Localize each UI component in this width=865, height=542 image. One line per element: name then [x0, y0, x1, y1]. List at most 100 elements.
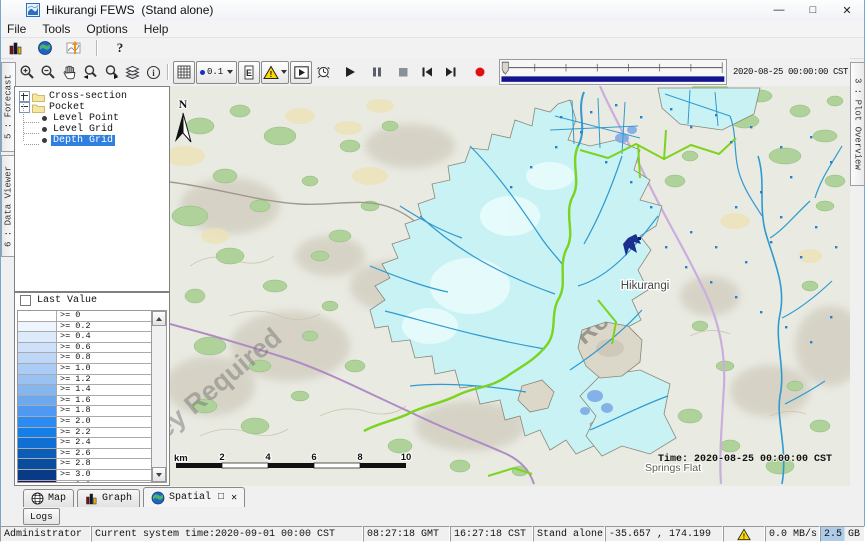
animation-export-button[interactable]	[290, 61, 312, 84]
spatial-close-icon[interactable]: ✕	[231, 492, 237, 504]
status-warning-cell[interactable]: !	[723, 526, 765, 542]
legend-row[interactable]: >= 0	[18, 311, 151, 322]
menu-item-tools[interactable]: Tools	[42, 22, 70, 36]
color-swatch	[18, 470, 57, 480]
expand-icon[interactable]	[19, 91, 30, 102]
map-canvas[interactable]: API Key Required	[170, 86, 850, 486]
tree-connector	[24, 144, 39, 145]
svg-text:4: 4	[265, 452, 271, 463]
maximize-button[interactable]: □	[796, 0, 830, 20]
bottom-tab-map[interactable]: Map	[23, 489, 74, 507]
contour-interval-dropdown[interactable]: 0.1	[196, 61, 237, 84]
legend-scrollbar[interactable]	[151, 310, 167, 483]
warnings-dropdown[interactable]: !	[261, 61, 289, 84]
layers-icon[interactable]	[122, 62, 142, 82]
bottom-tab-graph[interactable]: Graph	[77, 489, 140, 507]
tree-node-pocket[interactable]: Pocket	[15, 102, 169, 113]
play-button[interactable]	[340, 62, 360, 82]
grid-toggle-button[interactable]	[173, 61, 195, 84]
status-mode: Stand alone	[533, 526, 605, 542]
color-swatch	[18, 385, 57, 395]
spatial-display-globe-icon[interactable]	[35, 38, 55, 58]
legend-row[interactable]: >= 3.2	[18, 481, 151, 484]
color-swatch	[18, 396, 57, 406]
timeseries-display-icon[interactable]	[64, 38, 84, 58]
app-window: Hikurangi FEWS (Stand alone) — □ ✕ File …	[0, 0, 865, 542]
pan-hand-icon[interactable]	[59, 62, 79, 82]
timeline-slider[interactable]	[499, 59, 727, 85]
map-viewport[interactable]: API Key Required	[170, 86, 850, 486]
statusbar: Administrator Current system time:2020-0…	[0, 526, 865, 542]
scale-ruler-button[interactable]: E	[238, 61, 260, 84]
pause-button[interactable]	[367, 62, 387, 82]
status-network-rate: 0.0 MB/s	[765, 526, 820, 542]
bullet-icon	[42, 138, 47, 143]
skip-to-start-button[interactable]	[417, 62, 437, 82]
menu-item-file[interactable]: File	[7, 22, 26, 36]
legend-row[interactable]: >= 1.0	[18, 364, 151, 375]
tab-plot-overview[interactable]: 3 : Plot Overview	[850, 62, 865, 186]
globe-wireframe-icon	[31, 492, 44, 505]
scale-unit-label: km	[174, 453, 188, 464]
scroll-down-button[interactable]	[152, 467, 166, 482]
svg-text:6: 6	[311, 452, 316, 463]
explorer-bars-icon[interactable]	[6, 38, 26, 58]
logs-row: Logs	[14, 507, 60, 526]
interval-value: 0.1	[207, 67, 223, 77]
last-value-checkbox[interactable]	[20, 295, 31, 306]
skip-to-end-button[interactable]	[441, 62, 461, 82]
zoom-in-button[interactable]	[17, 62, 37, 82]
left-panel: Cross-section Pocket Level Point Level G…	[14, 86, 170, 486]
bullet-icon	[42, 116, 47, 121]
dot-icon	[200, 70, 205, 75]
map-toolbar: i 0.1 E !	[14, 58, 850, 86]
left-tab-strip: 5 : Forecast 6 : Data Viewer	[1, 62, 15, 257]
menu-item-options[interactable]: Options	[86, 22, 127, 36]
color-swatch	[18, 353, 57, 363]
menu-item-help[interactable]: Help	[144, 22, 169, 36]
stop-button[interactable]	[393, 62, 413, 82]
toolbar-separator	[96, 40, 98, 56]
bottom-tab-bar: Map Graph Spatial □ ✕	[14, 487, 245, 507]
tree-node-cross-section[interactable]: Cross-section	[15, 91, 169, 102]
bottom-tab-spatial[interactable]: Spatial □ ✕	[143, 487, 245, 507]
bar-chart-icon	[85, 492, 98, 505]
status-coordinates: -35.657 , 174.199	[605, 526, 723, 542]
map-time-label: Time: 2020-08-25 00:00:00 CST	[658, 453, 832, 465]
zoom-next-button[interactable]	[101, 62, 121, 82]
zoom-previous-button[interactable]	[80, 62, 100, 82]
record-button[interactable]	[470, 62, 490, 82]
bullet-icon	[42, 127, 47, 132]
timeline-range-bar	[502, 76, 725, 81]
color-swatch	[18, 406, 57, 416]
folder-open-icon	[32, 103, 45, 113]
legend-row[interactable]: >= 3.0	[18, 470, 151, 481]
app-icon	[26, 3, 40, 17]
color-swatch	[18, 481, 57, 484]
animation-settings-clock-icon[interactable]	[313, 62, 333, 82]
color-swatch	[18, 322, 57, 332]
close-button[interactable]: ✕	[830, 0, 864, 20]
minimize-button[interactable]: —	[762, 0, 796, 20]
legend-table: >= 0 >= 0.2 >= 0.4 >= 0.6 >= 0.8 >= 1.0 …	[17, 310, 152, 483]
timeline-thumb[interactable]	[502, 62, 508, 74]
logs-button[interactable]: Logs	[23, 508, 60, 525]
warning-icon: !	[737, 528, 751, 541]
color-swatch	[18, 417, 57, 427]
legend-row[interactable]: >= 2.0	[18, 417, 151, 428]
svg-text:N: N	[179, 97, 188, 111]
toolbar-separator	[167, 64, 169, 80]
tree-connector	[24, 133, 39, 134]
collapse-icon[interactable]	[19, 102, 30, 113]
zoom-out-button[interactable]	[38, 62, 58, 82]
color-swatch	[18, 332, 57, 342]
spatial-minimize-icon[interactable]: □	[218, 492, 224, 503]
spatial-globe-icon	[151, 491, 165, 505]
status-user: Administrator	[0, 526, 91, 542]
toolbar-top: ?	[1, 38, 864, 59]
info-button[interactable]: i	[143, 62, 163, 82]
help-button[interactable]: ?	[110, 38, 130, 58]
color-swatch	[18, 459, 57, 469]
scroll-up-button[interactable]	[152, 311, 166, 326]
status-local-time: 16:27:18 CST	[450, 526, 533, 542]
